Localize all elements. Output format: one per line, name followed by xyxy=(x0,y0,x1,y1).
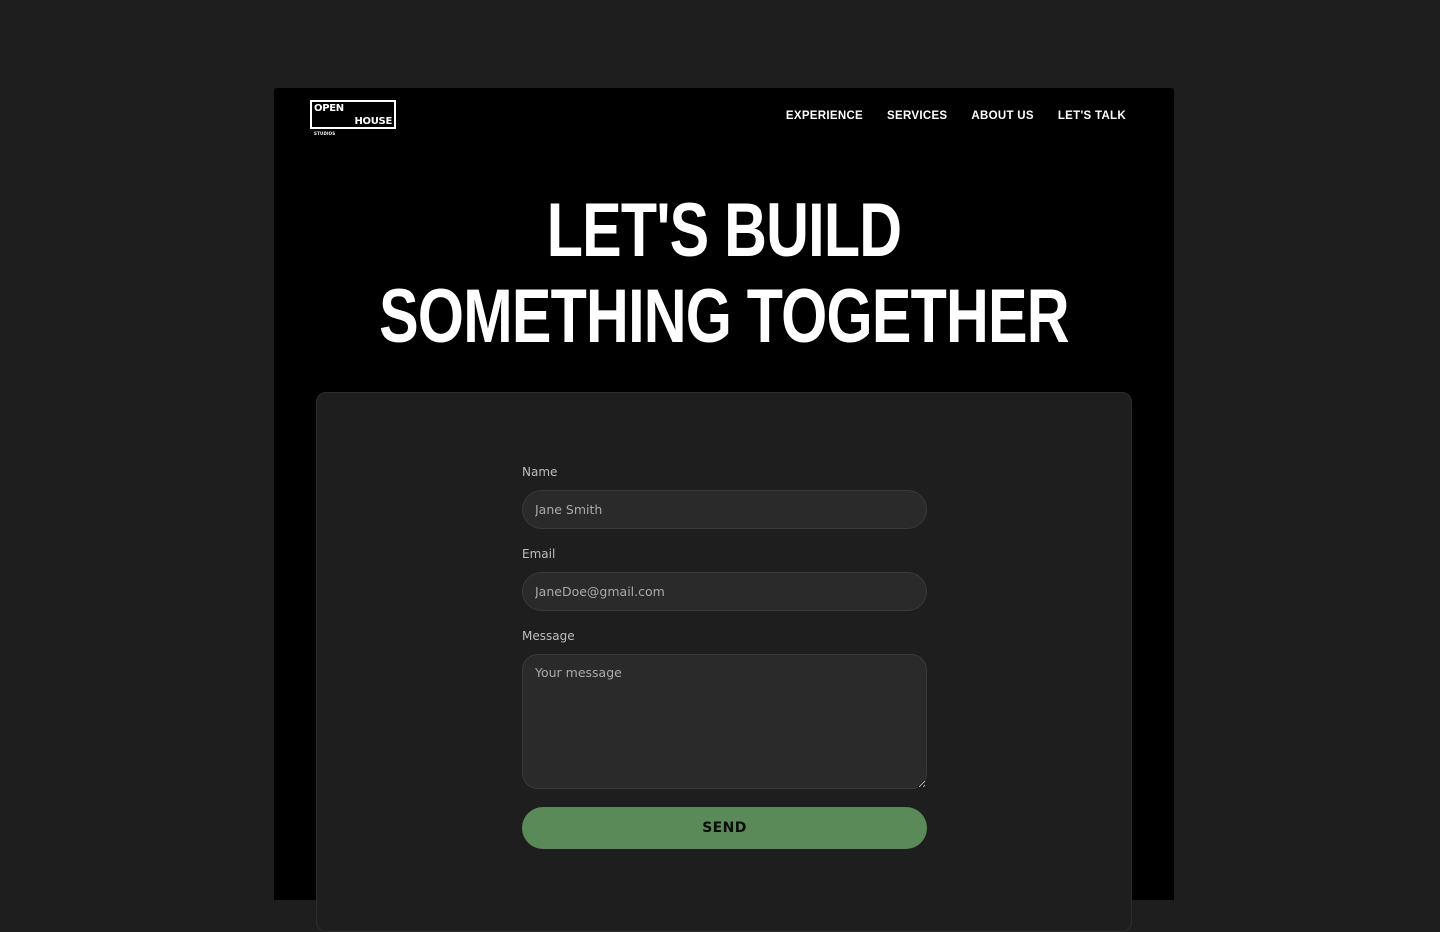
email-input[interactable] xyxy=(522,572,927,611)
email-field-group: Email xyxy=(522,547,927,611)
name-label: Name xyxy=(522,465,558,479)
hero-heading: LET'S BUILD SOMETHING TOGETHER xyxy=(373,188,1075,360)
message-textarea[interactable] xyxy=(522,654,927,789)
send-button[interactable]: SEND xyxy=(522,807,927,849)
site-logo[interactable]: OPEN HOUSE xyxy=(310,100,396,129)
nav-link-experience[interactable]: EXPERIENCE xyxy=(786,110,863,122)
nav-link-services[interactable]: SERVICES xyxy=(887,110,947,122)
contact-form-card: Name Email Message SEND xyxy=(316,392,1132,932)
name-field-group: Name xyxy=(522,465,927,529)
logo-text-studios: STUDIOS xyxy=(314,131,336,136)
contact-form: Name Email Message SEND xyxy=(522,465,927,849)
message-label: Message xyxy=(522,629,575,643)
email-label: Email xyxy=(522,547,556,561)
logo-text-open: OPEN xyxy=(314,103,344,114)
site-header: OPEN HOUSE STUDIOS EXPERIENCE SERVICES A… xyxy=(274,88,1174,148)
name-input[interactable] xyxy=(522,490,927,529)
message-field-group: Message xyxy=(522,629,927,789)
nav-link-lets-talk[interactable]: LET'S TALK xyxy=(1058,110,1126,122)
nav-link-about-us[interactable]: ABOUT US xyxy=(971,110,1033,122)
main-nav: EXPERIENCE SERVICES ABOUT US LET'S TALK xyxy=(786,110,1126,122)
page-frame: OPEN HOUSE STUDIOS EXPERIENCE SERVICES A… xyxy=(274,88,1174,932)
logo-text-house: HOUSE xyxy=(354,116,392,127)
hero-heading-line-2: SOMETHING TOGETHER xyxy=(379,274,1069,359)
hero-heading-line-1: LET'S BUILD xyxy=(546,188,902,273)
